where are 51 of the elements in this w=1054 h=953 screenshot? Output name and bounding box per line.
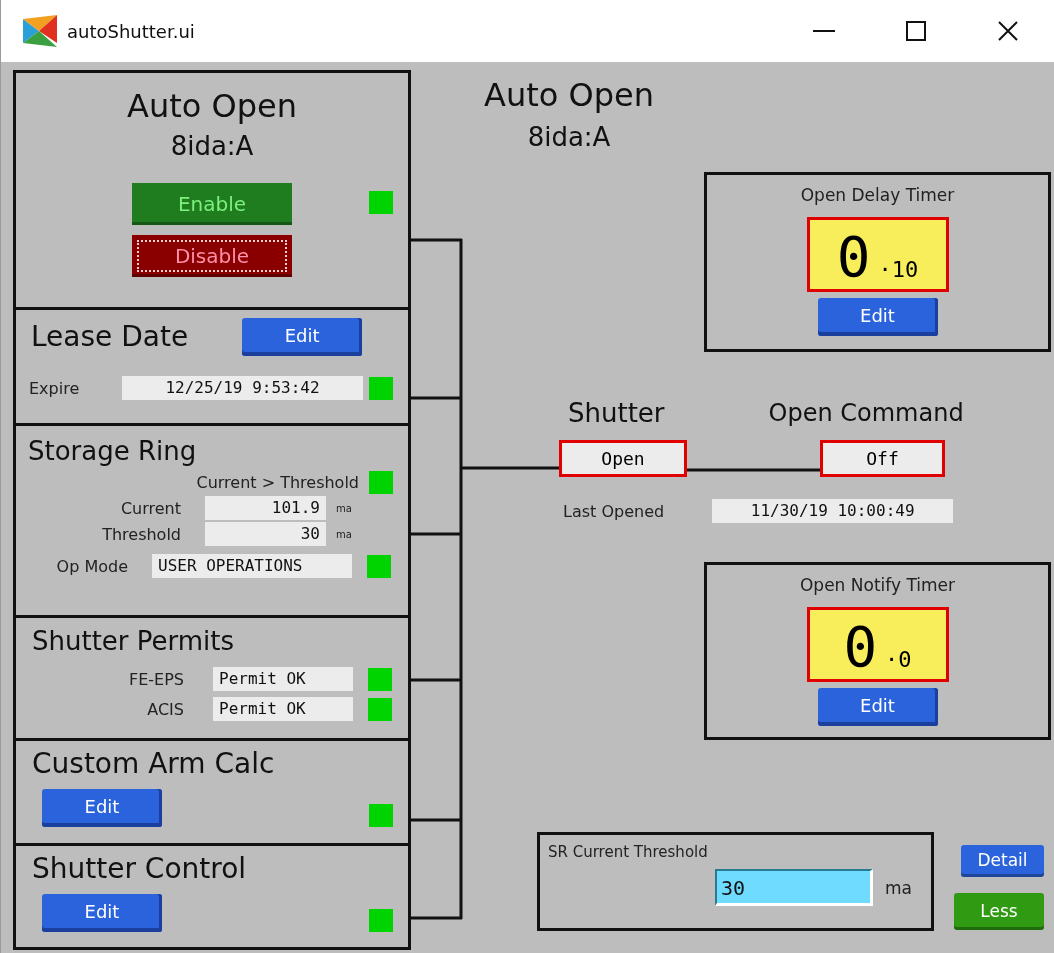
unit-label: ma — [336, 502, 352, 514]
unit-label: ma — [336, 528, 352, 540]
close-icon — [998, 21, 1018, 41]
panel-title: Shutter Permits — [31, 625, 236, 658]
shutter-state: Open — [559, 440, 687, 477]
unit-label: ma — [885, 877, 912, 898]
edit-button[interactable]: Edit — [817, 688, 938, 726]
readback-field: 12/25/19 9:53:42 — [122, 376, 363, 400]
panel-subtitle: 8ida:A — [169, 130, 255, 163]
open-command-label: Open Command — [768, 399, 964, 427]
maximize-icon — [906, 21, 926, 41]
display-subtitle: 8ida:A — [527, 121, 611, 154]
readback-field: Permit OK — [213, 667, 353, 692]
display-title: Auto Open — [484, 76, 654, 115]
disable-button[interactable]: Disable — [132, 234, 292, 277]
panel-title: Storage Ring — [27, 435, 198, 468]
readback-field: 101.9 — [205, 496, 326, 521]
timer-title: Open Notify Timer — [799, 575, 956, 595]
open-command-state: Off — [820, 440, 945, 477]
field-label: Current — [119, 498, 181, 518]
detail-button[interactable]: Detail — [961, 845, 1044, 877]
edit-button[interactable]: Edit — [42, 893, 162, 932]
readback-field: USER OPERATIONS — [152, 554, 352, 579]
edit-button[interactable]: Edit — [817, 298, 938, 336]
readback-field: 30 — [205, 522, 326, 547]
field-label: ACIS — [146, 699, 184, 719]
readback-field: Permit OK — [213, 697, 353, 722]
timer-value: 0·10 — [806, 217, 949, 292]
threshold-input[interactable]: 30 — [715, 869, 873, 906]
edit-button[interactable]: Edit — [42, 788, 162, 827]
timer-title: Open Delay Timer — [800, 185, 955, 205]
panel-title: Shutter Control — [31, 851, 248, 886]
last-opened-field: 11/30/19 10:00:49 — [712, 499, 954, 523]
timer-value: 0·0 — [806, 607, 949, 682]
shutter-label: Shutter — [568, 398, 665, 428]
app-logo-icon — [23, 15, 57, 47]
field-label: Threshold — [101, 524, 181, 544]
field-label: Op Mode — [55, 556, 128, 576]
field-label: Expire — [29, 378, 81, 398]
panel-title: Custom Arm Calc — [31, 746, 276, 781]
panel-title: Lease Date — [31, 320, 189, 354]
enable-button[interactable]: Enable — [132, 182, 292, 225]
window-title: autoShutter.ui — [67, 20, 195, 42]
last-opened-label: Last Opened — [563, 501, 665, 521]
less-button[interactable]: Less — [954, 893, 1044, 930]
edit-button[interactable]: Edit — [242, 318, 363, 356]
minimize-icon — [813, 30, 835, 32]
threshold-title: SR Current Threshold — [548, 843, 709, 861]
status-label: Current > Threshold — [196, 473, 359, 493]
field-label: FE-EPS — [128, 669, 184, 689]
panel-title: Auto Open — [126, 86, 298, 126]
